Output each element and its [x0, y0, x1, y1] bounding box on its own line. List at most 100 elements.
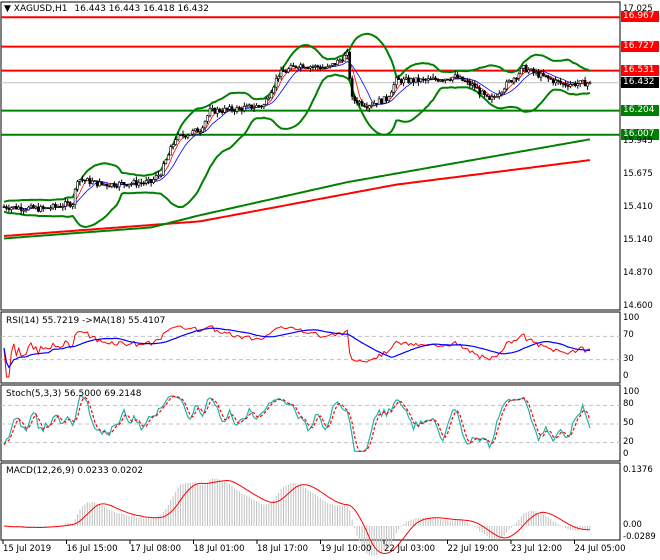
- candle-body: [493, 96, 496, 98]
- candle-body: [252, 107, 256, 109]
- candle-body: [274, 78, 278, 88]
- candle-body: [306, 67, 310, 70]
- bollinger-upper: [3, 32, 591, 203]
- candle-body: [144, 180, 148, 184]
- candle-body: [466, 80, 469, 83]
- candle-body: [328, 64, 332, 67]
- candle-body: [159, 174, 163, 177]
- candle-body: [372, 103, 376, 106]
- time-tick: 15 Jul 2019: [3, 544, 52, 554]
- price-tick: 17.025: [623, 4, 653, 15]
- candle-body: [5, 206, 8, 209]
- candle-body: [326, 66, 329, 69]
- candle-body: [250, 104, 253, 109]
- candle-body: [321, 67, 325, 70]
- candle-body: [446, 78, 450, 81]
- candle-body: [444, 78, 447, 81]
- candle-body: [331, 63, 334, 66]
- candle-body: [220, 111, 224, 114]
- candle-body: [191, 130, 195, 135]
- candle-body: [32, 205, 35, 209]
- rsi-line: [3, 325, 591, 378]
- candle-body: [529, 68, 533, 71]
- candle-body: [95, 180, 99, 187]
- dropdown-triangle-icon[interactable]: ▼: [4, 4, 11, 14]
- candle-body: [468, 80, 472, 86]
- candle-body: [451, 76, 454, 81]
- candle-body: [66, 201, 70, 203]
- candle-body: [387, 96, 391, 101]
- candle-body: [154, 175, 158, 180]
- candle-body: [365, 106, 369, 109]
- candle-body: [201, 127, 204, 133]
- candle-body: [78, 179, 82, 182]
- candle-body: [515, 77, 518, 80]
- candle-body: [556, 79, 560, 82]
- candle-body: [103, 184, 106, 186]
- time-tick: 22 Jul 19:00: [447, 544, 499, 554]
- candle-body: [323, 67, 327, 70]
- candle-body: [272, 86, 276, 94]
- candle-body: [169, 146, 173, 156]
- candle-body: [51, 203, 55, 209]
- candle-body: [363, 105, 366, 107]
- candle-body: [46, 207, 50, 209]
- candle-body: [475, 87, 479, 89]
- candle-body: [377, 98, 381, 105]
- candle-body: [385, 96, 388, 101]
- candle-body: [424, 79, 428, 81]
- candle-body: [338, 59, 342, 62]
- stoch-tick: 50: [623, 418, 634, 428]
- candle-body: [564, 83, 567, 86]
- candle-body: [90, 180, 94, 184]
- candle-body: [49, 207, 52, 210]
- candle-body: [132, 180, 136, 184]
- candle-body: [458, 76, 462, 79]
- candle-body: [453, 74, 457, 78]
- candle-body: [255, 105, 258, 108]
- candle-body: [348, 51, 352, 79]
- candle-body: [279, 69, 283, 77]
- candle-body: [230, 106, 234, 111]
- candle-body: [189, 133, 192, 136]
- candle-body: [34, 206, 38, 209]
- candle-body: [380, 98, 383, 104]
- candle-body: [27, 206, 30, 211]
- candle-body: [174, 139, 177, 145]
- candle-body: [505, 81, 508, 90]
- candle-body: [510, 80, 513, 83]
- candle-body: [520, 68, 523, 75]
- candle-body: [571, 82, 575, 85]
- candle-body: [441, 79, 445, 82]
- candle-body: [507, 80, 511, 83]
- candle-body: [213, 107, 217, 114]
- candle-body: [113, 183, 116, 187]
- candle-body: [137, 182, 141, 186]
- macd-tick: -0.0289: [623, 531, 656, 542]
- candle-body: [152, 179, 155, 183]
- chart-canvas[interactable]: [0, 0, 660, 560]
- price-tick: 15.410: [623, 201, 653, 212]
- candle-body: [399, 79, 403, 84]
- candle-body: [56, 206, 60, 208]
- candle-body: [316, 65, 320, 68]
- candle-body: [228, 106, 231, 110]
- candle-body: [569, 84, 572, 87]
- candle-body: [37, 206, 40, 212]
- price-tick: 14.600: [623, 301, 653, 311]
- candle-body: [456, 74, 459, 79]
- candle-body: [122, 181, 126, 185]
- candle-body: [299, 64, 302, 68]
- candle-body: [73, 188, 77, 206]
- candle-body: [211, 107, 214, 110]
- candle-body: [44, 207, 47, 209]
- candle-body: [162, 163, 165, 176]
- candle-body: [277, 76, 280, 79]
- candle-body: [512, 77, 516, 83]
- candle-body: [341, 59, 344, 62]
- candle-body: [502, 88, 506, 93]
- candle-body: [292, 65, 295, 67]
- macd-title: MACD(12,26,9) 0.0233 0.0202: [6, 466, 144, 476]
- candle-body: [262, 104, 266, 107]
- candle-body: [524, 65, 528, 73]
